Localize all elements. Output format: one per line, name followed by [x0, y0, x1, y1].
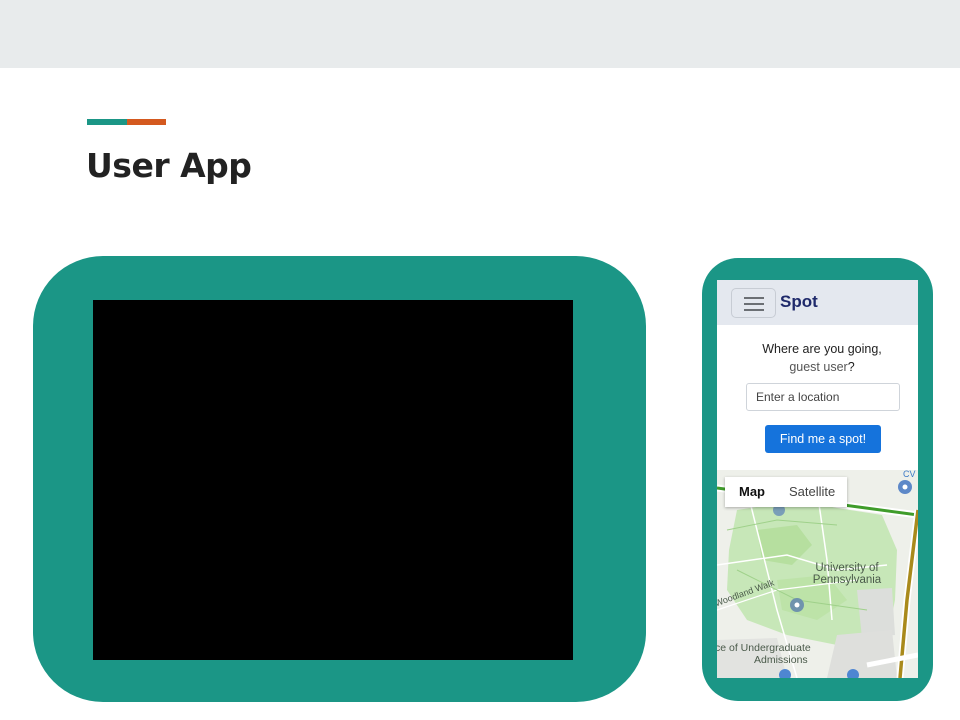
- tablet-frame: [33, 256, 646, 702]
- map-view[interactable]: Map Satellite University of Pennsylvania…: [717, 470, 918, 678]
- map-label-university-line1: University of: [815, 562, 879, 574]
- map-label-admissions-line2: Admissions: [754, 654, 808, 666]
- find-spot-button[interactable]: Find me a spot!: [765, 425, 881, 453]
- location-input[interactable]: [746, 383, 900, 411]
- top-band: [0, 0, 960, 68]
- hamburger-menu-icon[interactable]: [731, 288, 776, 318]
- user-greeting: guest user?: [717, 360, 918, 374]
- title-accent-bar: [87, 119, 166, 125]
- map-label-corner: CV: [903, 470, 916, 479]
- phone-frame: Spot Where are you going, guest user? Fi…: [702, 258, 933, 701]
- user-suffix: ?: [847, 360, 855, 374]
- accent-orange: [127, 119, 166, 125]
- map-label-admissions: ce of Undergraduate Admissions: [717, 642, 825, 666]
- map-label-admissions-line1: ce of Undergraduate: [717, 642, 811, 654]
- accent-teal: [87, 119, 127, 125]
- map-label-university-line2: Pennsylvania: [812, 574, 882, 586]
- map-label-university: University of Pennsylvania: [797, 562, 897, 586]
- map-type-toggle: Map Satellite: [725, 477, 848, 507]
- user-name: guest user: [789, 360, 848, 374]
- map-toggle-map[interactable]: Map: [725, 477, 777, 507]
- app-brand[interactable]: Spot: [780, 292, 818, 312]
- app-navbar: Spot: [717, 280, 918, 325]
- destination-prompt: Where are you going,: [762, 342, 882, 356]
- phone-screen: Spot Where are you going, guest user? Fi…: [717, 280, 918, 678]
- map-toggle-satellite[interactable]: Satellite: [777, 477, 847, 507]
- slide-title: User App: [86, 146, 252, 185]
- tablet-screen: [93, 300, 573, 660]
